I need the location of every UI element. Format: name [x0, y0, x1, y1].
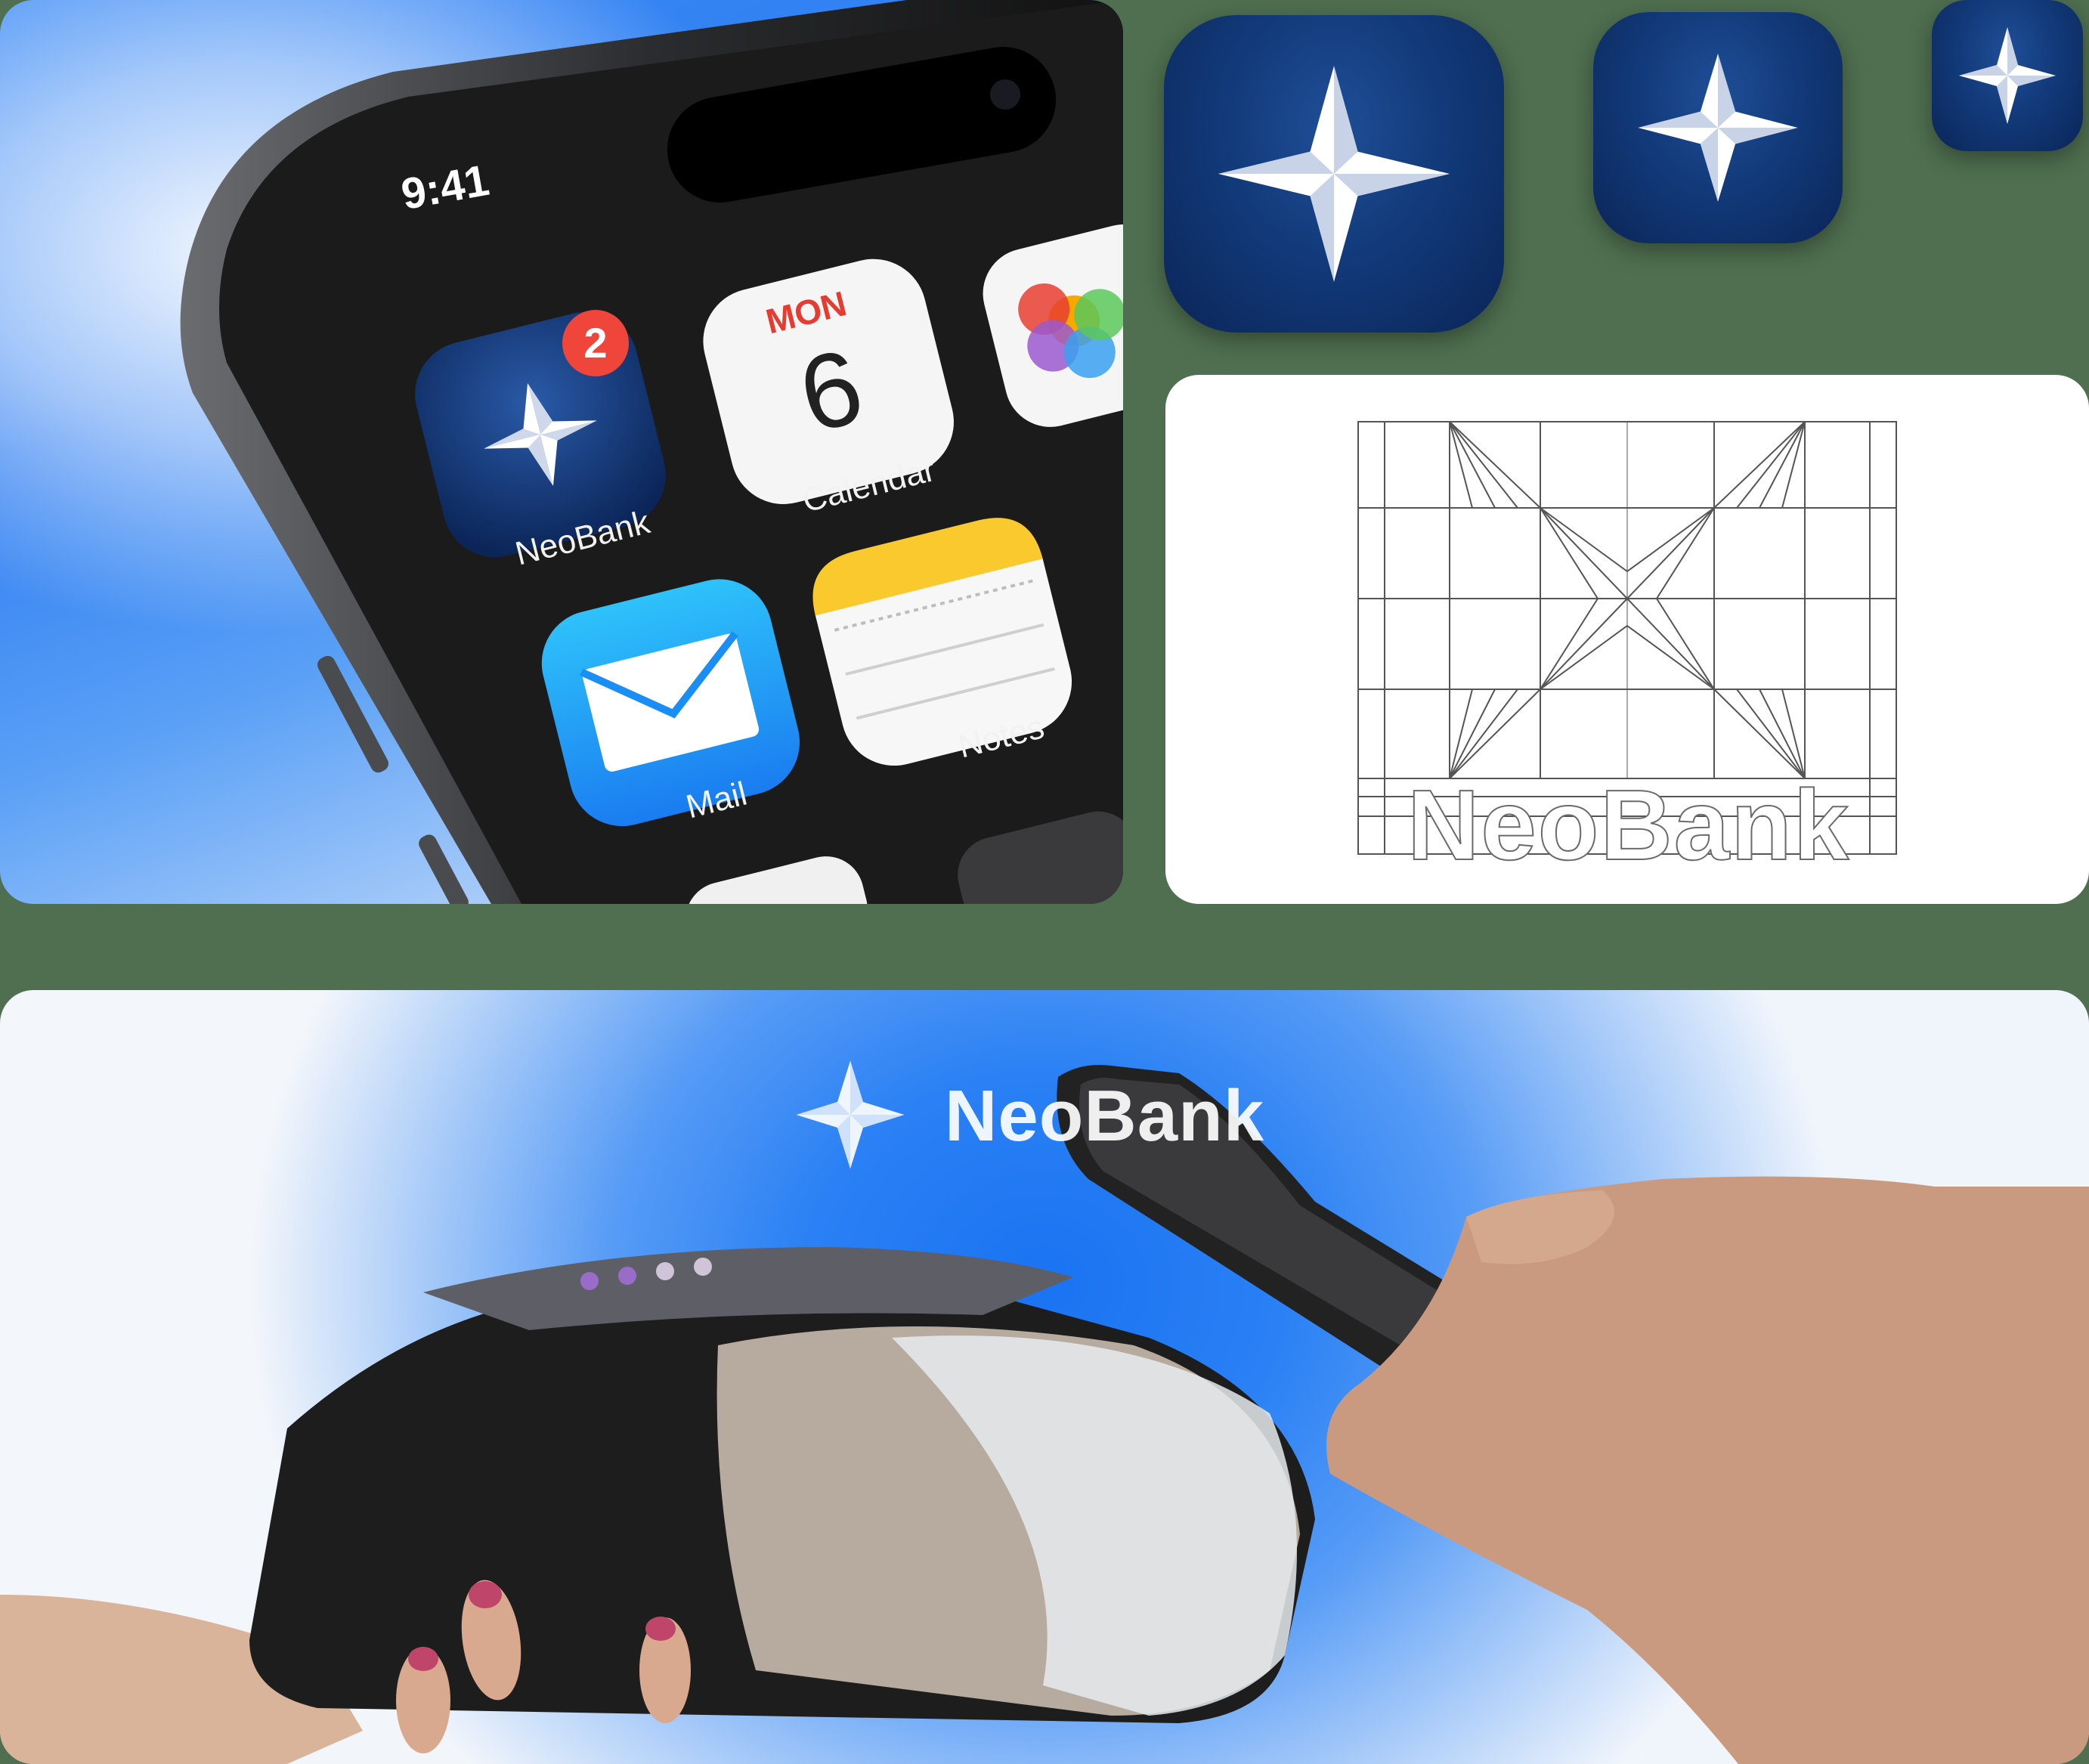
notification-badge: 2 [562, 310, 629, 376]
four-point-star-icon [796, 1060, 905, 1169]
phone-illustration [180, 0, 1123, 904]
brand-wordmark: NeoBank [945, 1075, 1265, 1156]
finger-nail [645, 1617, 676, 1641]
grid-wordmark-outline: NeoBank [1407, 769, 1851, 881]
payment-terminal [249, 1247, 1315, 1723]
phone-mockup-panel: 9:41 2 MON 6 NeoBank Calendar Mail Notes [0, 0, 1123, 904]
app-icon-medium [1593, 12, 1843, 243]
app-icon-small [1932, 0, 2083, 151]
app-icon-large [1164, 15, 1504, 333]
contactless-payment-panel: NeoBank [0, 990, 2089, 1764]
four-point-star-icon [1638, 54, 1798, 202]
four-point-star-icon [1959, 27, 2056, 124]
logo-construction-grid-panel: NeoBank [1165, 375, 2089, 904]
front-camera [990, 79, 1020, 110]
finger-nail [469, 1581, 502, 1608]
finger-nail [408, 1647, 438, 1671]
four-point-star-icon [1218, 66, 1450, 282]
right-hand [1326, 1176, 2089, 1764]
